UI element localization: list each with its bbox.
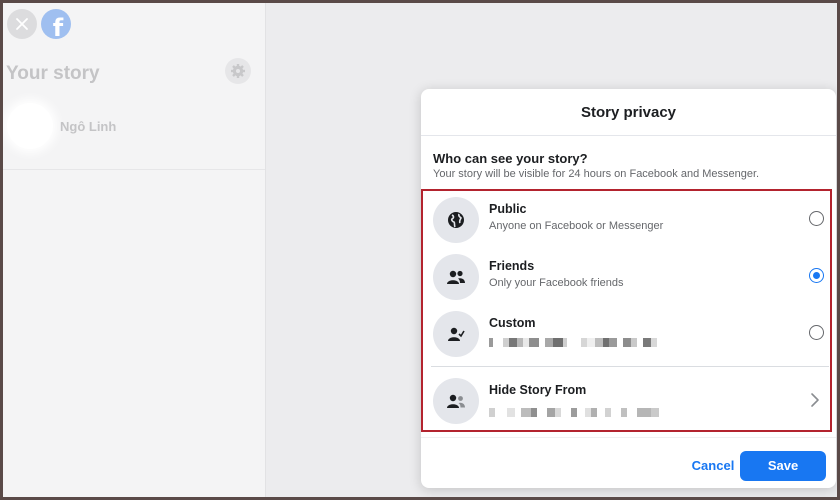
friends-icon [447, 270, 465, 284]
close-icon [16, 18, 28, 30]
profile-name: Ngô Linh [60, 119, 117, 134]
option-public[interactable]: Public Anyone on Facebook or Messenger [423, 191, 830, 248]
option-friends-label: Friends [489, 259, 535, 273]
privacy-question: Who can see your story? [433, 151, 588, 166]
cancel-button[interactable]: Cancel [677, 451, 749, 481]
facebook-logo[interactable]: f [41, 9, 71, 39]
your-story-heading: Your story [6, 63, 100, 84]
hide-person-icon [447, 394, 465, 408]
custom-person-icon [448, 327, 465, 341]
avatar [7, 103, 53, 149]
option-custom-subtitle-redacted [489, 338, 657, 347]
privacy-options: Public Anyone on Facebook or Messenger F… [421, 189, 832, 432]
option-public-label: Public [489, 202, 527, 216]
option-custom[interactable]: Custom [423, 305, 830, 362]
settings-button[interactable] [225, 58, 251, 84]
friends-icon-wrap [433, 254, 479, 300]
dialog-title: Story privacy [580, 103, 677, 121]
gear-icon [231, 64, 245, 78]
option-public-subtitle: Anyone on Facebook or Messenger [489, 220, 664, 232]
option-hide-story-from-label: Hide Story From [489, 383, 587, 397]
story-privacy-dialog: Story privacy Who can see your story? Yo… [421, 89, 836, 488]
close-button[interactable] [7, 9, 37, 39]
radio-custom[interactable] [809, 325, 824, 340]
radio-public[interactable] [809, 211, 824, 226]
option-hide-story-from[interactable]: Hide Story From [423, 372, 830, 429]
app-frame: f Your story Ngô Linh Story privacy Who … [3, 3, 837, 497]
your-story-profile[interactable]: Ngô Linh [3, 99, 265, 169]
globe-icon-wrap [433, 197, 479, 243]
dialog-header: Story privacy [421, 89, 836, 136]
custom-person-icon-wrap [433, 311, 479, 357]
globe-icon [448, 212, 464, 228]
option-hide-story-from-subtitle-redacted [489, 408, 659, 417]
sidebar-divider [3, 169, 265, 170]
save-button[interactable]: Save [740, 451, 826, 481]
radio-friends[interactable] [809, 268, 824, 283]
chevron-right-icon[interactable] [808, 392, 822, 408]
option-friends-subtitle: Only your Facebook friends [489, 277, 624, 289]
option-custom-label: Custom [489, 316, 536, 330]
options-divider [431, 366, 829, 367]
stories-sidebar: f Your story Ngô Linh [3, 3, 266, 497]
hide-person-icon-wrap [433, 378, 479, 424]
option-friends[interactable]: Friends Only your Facebook friends [423, 248, 830, 305]
footer-divider [421, 437, 836, 438]
privacy-question-subtitle: Your story will be visible for 24 hours … [433, 168, 760, 180]
